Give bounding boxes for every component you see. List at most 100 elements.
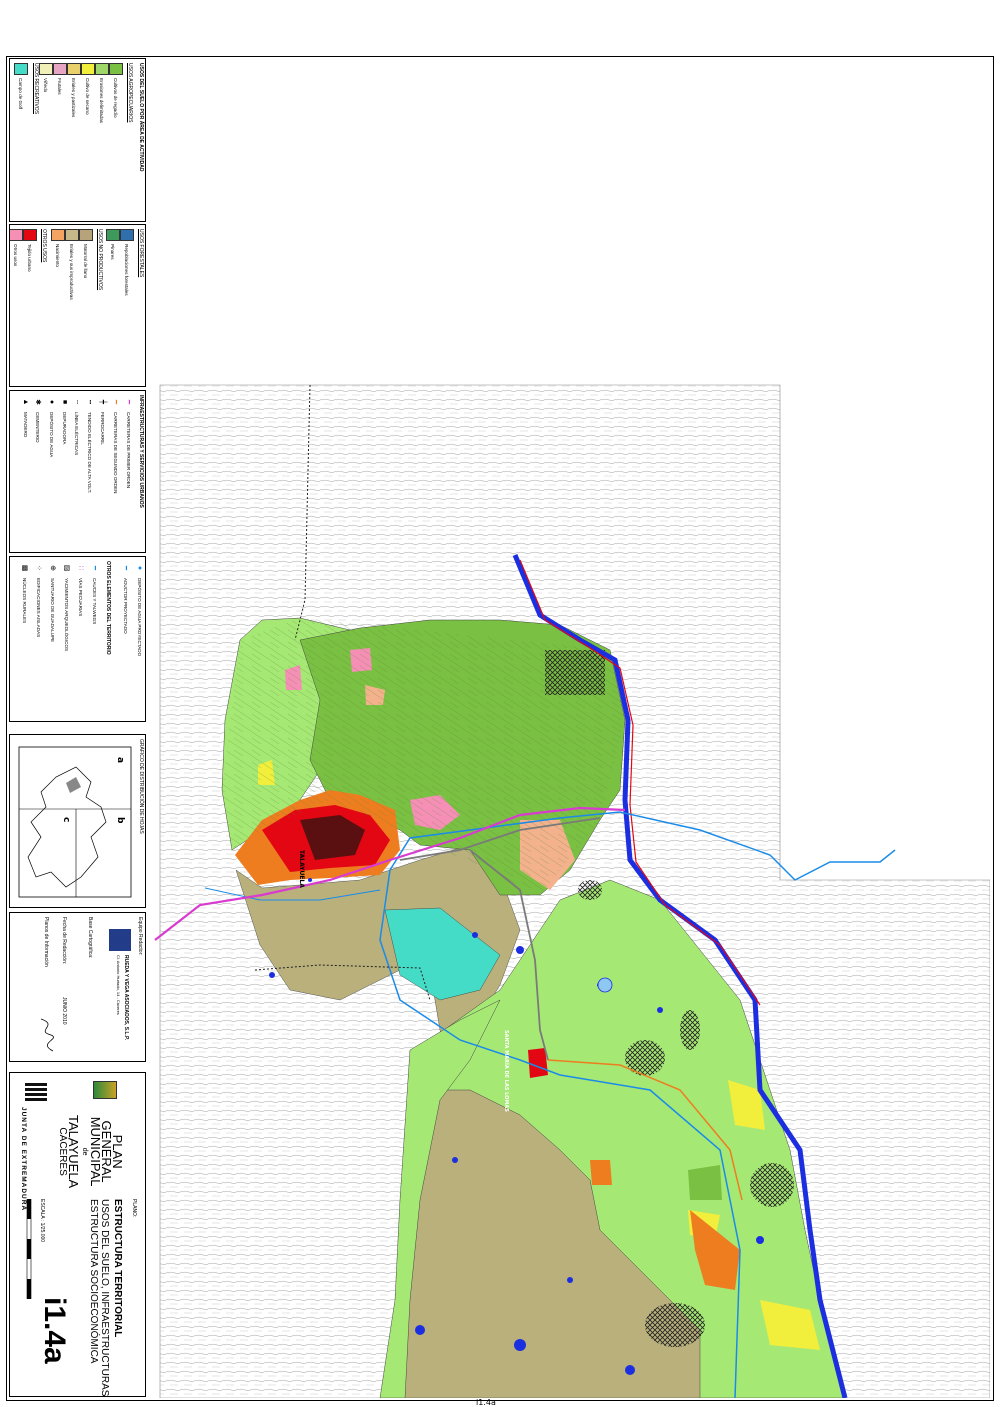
sheet-label-a: a xyxy=(115,757,125,763)
legend-item: Erosiones delimitadas xyxy=(95,63,109,123)
legend-panel-distribution: GRÁFICO DE DISTRIBUCIÓN DE HOJAS a b c xyxy=(9,734,146,908)
legend-item-label: NÚCLEOS RURALES xyxy=(22,578,28,624)
scale-bar xyxy=(26,1199,32,1299)
legend-symbol-icon: ✱ xyxy=(34,399,41,405)
legend-item: ∷ VÍAS PECUARIAS xyxy=(77,561,85,617)
land-use-map: TALAYUELA SANTA MARÍA DE LAS LOMAS xyxy=(154,384,991,1399)
legend-item: ┿ FERROCARRIL xyxy=(99,395,107,445)
legend-item: ■ DEPURADORA xyxy=(61,395,68,445)
legend-item: Viñedo xyxy=(39,63,53,92)
legend-item-label: SANTUARIO DE GUADALUPE xyxy=(50,578,56,643)
legend-panel-territory: ● DEPÓSITO DE AGUA PROYECTADO ━ ADUCTOR PRO… xyxy=(9,556,146,722)
legend-symbol-icon: ⊕ xyxy=(49,565,56,571)
legend-swatch xyxy=(79,229,93,241)
legend-swatch xyxy=(65,229,79,241)
firm-logo xyxy=(109,929,131,951)
legend-item-label: Eriales y pastizales xyxy=(71,78,77,118)
legend-symbol-icon: ━ xyxy=(122,565,129,571)
legend-panel-infrastructure: INFRAESTRUCTURAS Y SERVICIOS URBANOS ━ CA… xyxy=(9,390,146,553)
plano-label: PLANO: xyxy=(131,1199,137,1218)
legend-item-label: FERROCARRIL xyxy=(100,412,106,445)
plan-title-line: MUNICIPAL xyxy=(88,1116,103,1187)
legend-item-label: Campo de Golf xyxy=(18,78,24,109)
legend-symbol-icon: ▨ xyxy=(63,564,70,572)
legend-group-label: USOS FORESTALES xyxy=(138,229,144,278)
legend-panel-credits: Equipo Redactor: RUEDA Y VEGA ASOCIADOS,… xyxy=(9,912,146,1062)
legend-item: ▨ YACIMIENTOS ARQUEOLÓGICOS xyxy=(63,561,71,651)
legend-item: Cultivos de regadío xyxy=(109,63,123,118)
team-label: Equipo Redactor: xyxy=(137,917,143,956)
rural-nucleus xyxy=(578,880,602,900)
legend-item-label: Erosiones delimitadas xyxy=(99,78,105,123)
plano-title: ESTRUCTURA TERRITORIAL xyxy=(112,1199,123,1338)
legend-panel-agricultural: USOS DEL SUELO POR ÁREA DE ACTIVIDAD USO… xyxy=(9,58,146,222)
legend-item: Eriales y pastizales xyxy=(67,63,81,117)
legend-symbol-icon: ● xyxy=(48,399,55,405)
legend-item-label: CEMENTERIO xyxy=(35,412,41,443)
legend-symbol-icon: ━ xyxy=(91,565,98,571)
urban-fabric xyxy=(528,1048,548,1078)
legend-item: Tejido urbano xyxy=(23,229,37,272)
info-label: Planos de Información xyxy=(43,917,49,967)
legend-item: ━ CAUCES Y TALWEGS xyxy=(91,561,99,624)
legend-symbol-icon: ⁘ xyxy=(35,565,42,571)
legend-item-label: DEPURADORA xyxy=(62,412,67,445)
junta-name: JUNTA DE EXTREMADURA xyxy=(20,1107,27,1212)
legend-item-label: DEPÓSITO DE AGUA PROYECTADO xyxy=(137,578,142,657)
legend-item: Frutales xyxy=(53,63,67,95)
municipality-name: TALAYUELA xyxy=(66,1115,81,1189)
legend-item: Campo de Golf xyxy=(14,63,28,109)
legend-group-label: USOS AGROPECUARIOS xyxy=(127,63,133,123)
legend-item: ● DEPÓSITO DE AGUA xyxy=(48,395,55,457)
legend-item-label: Frutales xyxy=(57,78,63,95)
legend-group-label: OTROS USOS xyxy=(41,229,47,263)
legend-title: USOS DEL SUELO POR ÁREA DE ACTIVIDAD xyxy=(138,63,144,172)
legend-item: ┄ LÍNEA ELÉCTRICAS xyxy=(73,395,81,455)
legend-item: ⁘ EDIFICACIONES AISLADAS xyxy=(35,561,43,637)
scale-text: ESCALA : 1/25.000 xyxy=(39,1199,45,1243)
legend-item-label: Cultivo de secano xyxy=(85,78,91,115)
legend-item: ✱ CEMENTERIO xyxy=(34,395,42,443)
legend-item-label: Cultivos de regadío xyxy=(113,78,119,118)
water-deposit xyxy=(597,977,613,993)
legend-item-label: LÍNEA ELÉCTRICAS xyxy=(74,412,80,456)
legend-item-label: EDIFICACIONES AISLADAS xyxy=(36,578,42,638)
legend-swatch xyxy=(120,229,134,241)
legend-item-label: Otros usos xyxy=(13,244,19,267)
plano-subtitle: ESTRUCTURA SOCIOECONÓMICA xyxy=(88,1199,99,1364)
legend-symbol-icon: ┅ xyxy=(86,399,93,405)
rural-nucleus xyxy=(680,1010,700,1050)
firm-name: RUEDA Y VEGA ASOCIADOS, S.L.P. xyxy=(123,955,129,1041)
legend-symbol-icon: ━ xyxy=(112,399,119,405)
legend-item: Matorral de llano xyxy=(79,229,93,278)
legend-swatch xyxy=(95,63,109,75)
legend-symbol-icon: ▩ xyxy=(21,564,28,572)
municipality-crest xyxy=(93,1081,117,1099)
legend-title: OTROS ELEMENTOS DEL TERRITORIO xyxy=(105,561,111,655)
legend-item: ┅ TENDIDO ELÉCTRICO DE ALTA VOLT. xyxy=(86,395,94,493)
legend-symbol-icon: ∷ xyxy=(77,565,84,571)
legend-item: ━ ADUCTOR PROYECTADO xyxy=(122,561,130,634)
legend-item: ⊕ SANTUARIO DE GUADALUPE xyxy=(49,561,57,642)
town-label: TALAYUELA xyxy=(298,850,305,888)
legend-item-label: Matorral de llano xyxy=(83,244,89,279)
legend-swatch xyxy=(51,229,65,241)
legend-title: INFRAESTRUCTURAS Y SERVICIOS URBANOS xyxy=(138,395,144,508)
legend-item-label: CARRETERAS DE SEGUNDO ORDEN xyxy=(113,412,119,494)
date-label: Fecha de Redacción: xyxy=(61,917,67,965)
sheet-label-b: b xyxy=(115,817,125,824)
legend-item: Otros usos xyxy=(10,229,23,267)
legend-swatch xyxy=(81,63,95,75)
legend-swatch xyxy=(10,229,23,241)
distribution-title: GRÁFICO DE DISTRIBUCIÓN DE HOJAS xyxy=(138,739,144,834)
legend-swatch xyxy=(39,63,53,75)
legend-symbol-icon: ━ xyxy=(125,399,132,405)
legend-item-label: MATADERO xyxy=(23,412,28,438)
legend-item-label: CARRETERAS DE PRIMER ORDEN xyxy=(126,412,132,489)
legend-item: Eriales y sus improductivas xyxy=(65,229,79,300)
title-block: PLAN GENERAL MUNICIPAL de TALAYUELA CÁCE… xyxy=(9,1072,146,1397)
distribution-diagram: a b c xyxy=(18,746,132,898)
legend-item: Pinares xyxy=(106,229,120,260)
legend-panel-forest: USOS FORESTALES Repoblaciones forestales… xyxy=(9,224,146,387)
legend-item-label: Tejido urbano xyxy=(27,244,33,272)
